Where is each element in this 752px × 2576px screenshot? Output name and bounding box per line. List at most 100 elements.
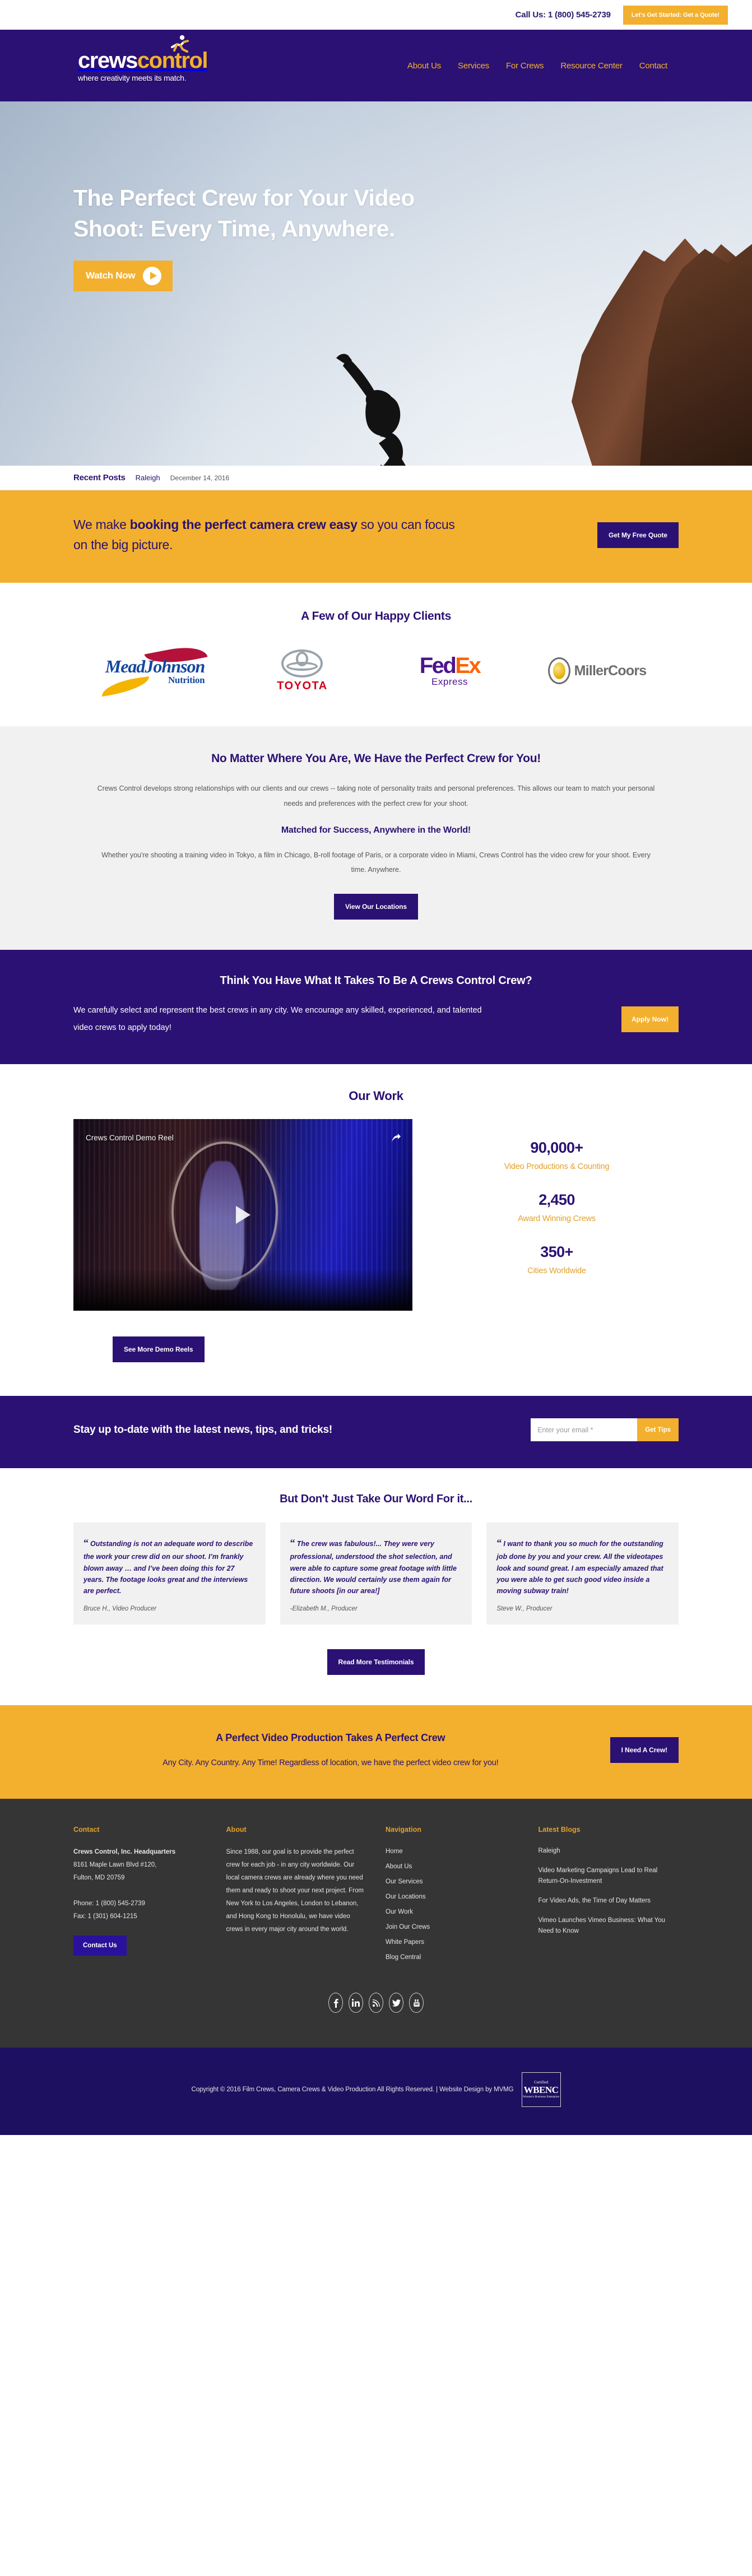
nav-item-about-us[interactable]: About Us — [407, 61, 441, 71]
youtube-icon[interactable] — [409, 1993, 424, 2013]
get-tips-button[interactable]: Get Tips — [637, 1418, 679, 1442]
toyota-wordmark: TOYOTA — [277, 679, 328, 692]
stat-number: 2,450 — [539, 1191, 575, 1209]
video-title-overlay: Crews Control Demo Reel — [86, 1134, 174, 1143]
footer-blog-link[interactable]: Video Marketing Campaigns Lead to Real R… — [539, 1865, 679, 1887]
page-root: Call Us: 1 (800) 545-2739 Let's Get Star… — [0, 0, 752, 2136]
see-more-demo-reels-button[interactable]: See More Demo Reels — [113, 1336, 205, 1363]
footer-fax: Fax: 1 (301) 604-1215 — [73, 1913, 137, 1920]
testimonial-author: -Elizabeth M., Producer — [290, 1605, 358, 1613]
footer-blog-link[interactable]: For Video Ads, the Time of Day Matters — [539, 1896, 679, 1906]
perfect-crew-subheading: Matched for Success, Anywhere in the Wor… — [281, 825, 471, 835]
clients-section: A Few of Our Happy Clients MeadJohnson N… — [0, 583, 752, 727]
testimonial-author: Bruce H., Video Producer — [83, 1605, 157, 1613]
footer-navigation-heading: Navigation — [386, 1826, 421, 1834]
footer-nav-home[interactable]: Home — [386, 1848, 403, 1855]
testimonial-card: “Outstanding is not an adequate word to … — [73, 1523, 266, 1625]
perfect-crew-section: No Matter Where You Are, We Have the Per… — [0, 726, 752, 950]
fedex-sub-express: Express — [431, 676, 468, 688]
footer-nav-about-us[interactable]: About Us — [386, 1863, 412, 1870]
logo-tagline: where creativity meets its match. — [78, 73, 187, 82]
footer-nav-blog-central[interactable]: Blog Central — [386, 1954, 421, 1961]
stat-label: Cities Worldwide — [527, 1266, 586, 1276]
linkedin-icon[interactable] — [349, 1993, 363, 2013]
testimonial-card: “I want to thank you so much for the out… — [486, 1523, 679, 1625]
view-our-locations-button[interactable]: View Our Locations — [333, 894, 418, 920]
client-logo-toyota: TOYOTA — [229, 647, 376, 695]
footer-blogs-column: Latest Blogs Raleigh Video Marketing Cam… — [539, 1826, 679, 1967]
share-icon[interactable] — [390, 1132, 401, 1144]
watch-now-button[interactable]: Watch Now — [73, 260, 173, 291]
nav-item-resource-center[interactable]: Resource Center — [560, 61, 623, 71]
fedex-word-ex: Ex — [455, 653, 481, 679]
site-logo[interactable]: crewscontrol where creativity meets its … — [73, 35, 208, 82]
video-audience-silhouette — [73, 1270, 412, 1311]
stat-label: Award Winning Crews — [518, 1214, 596, 1224]
clients-heading: A Few of Our Happy Clients — [301, 610, 451, 623]
call-us-phone[interactable]: Call Us: 1 (800) 545-2739 — [516, 10, 611, 20]
footer-address-line2: Fulton, MD 20759 — [73, 1874, 125, 1882]
testimonial-quote: Outstanding is not an adequate word to d… — [83, 1540, 253, 1595]
mead-johnson-sub: Nutrition — [168, 674, 205, 685]
demo-reel-video-player[interactable]: Crews Control Demo Reel — [73, 1119, 412, 1311]
facebook-icon[interactable] — [328, 1993, 343, 2013]
footer-nav-white-papers[interactable]: White Papers — [386, 1939, 424, 1946]
get-my-free-quote-button[interactable]: Get My Free Quote — [597, 522, 679, 548]
join-crew-paragraph: We carefully select and represent the be… — [73, 1006, 482, 1032]
our-work-heading: Our Work — [349, 1089, 403, 1103]
footer-blog-link[interactable]: Vimeo Launches Vimeo Business: What You … — [539, 1915, 679, 1937]
need-a-crew-heading: A Perfect Video Production Takes A Perfe… — [216, 1732, 445, 1744]
recent-posts-bar: Recent Posts Raleigh December 14, 2016 — [0, 466, 752, 490]
need-a-crew-cta-section: A Perfect Video Production Takes A Perfe… — [0, 1705, 752, 1799]
rss-icon[interactable] — [369, 1993, 383, 2013]
recent-post-link[interactable]: Raleigh — [136, 474, 160, 482]
get-a-quote-button[interactable]: Let's Get Started: Get a Quote! — [623, 5, 728, 25]
footer-nav-our-services[interactable]: Our Services — [386, 1878, 423, 1885]
recent-posts-label: Recent Posts — [73, 473, 126, 482]
hero-banner: The Perfect Crew for Your Video Shoot: E… — [0, 101, 752, 466]
testimonials-heading: But Don't Just Take Our Word For it... — [280, 1493, 472, 1506]
twitter-icon[interactable] — [389, 1993, 403, 2013]
nav-item-for-crews[interactable]: For Crews — [506, 61, 544, 71]
client-logo-mead-johnson: MeadJohnson Nutrition — [81, 642, 229, 697]
quote-mark-icon: “ — [290, 1537, 295, 1549]
i-need-a-crew-button[interactable]: I Need A Crew! — [610, 1737, 679, 1763]
newsletter-heading: Stay up to-date with the latest news, ti… — [73, 1423, 332, 1436]
booking-cta-section: We make booking the perfect camera crew … — [0, 490, 752, 583]
perfect-crew-heading: No Matter Where You Are, We Have the Per… — [211, 752, 541, 765]
primary-nav: About Us Services For Crews Resource Cen… — [407, 61, 679, 71]
stat-label: Video Productions & Counting — [504, 1162, 610, 1172]
nav-item-services[interactable]: Services — [458, 61, 489, 71]
read-more-testimonials-button[interactable]: Read More Testimonials — [327, 1649, 425, 1675]
wbenc-certification-badge: Certified WBENC Women's Business Enterpr… — [521, 2072, 561, 2108]
nav-item-contact[interactable]: Contact — [639, 61, 667, 71]
footer-nav-our-work[interactable]: Our Work — [386, 1909, 413, 1915]
our-work-stats: 90,000+ Video Productions & Counting 2,4… — [435, 1119, 679, 1296]
footer-nav-our-locations[interactable]: Our Locations — [386, 1893, 426, 1900]
hero-headline-line1: The Perfect Crew for Your Video — [73, 185, 415, 211]
footer-contact-column: Contact Crews Control, Inc. Headquarters… — [73, 1826, 207, 1967]
runner-icon — [169, 35, 191, 54]
footer-navigation-column: Navigation Home About Us Our Services Ou… — [386, 1826, 519, 1967]
client-logo-row: MeadJohnson Nutrition TOYOTA FedEx Expre… — [73, 642, 679, 697]
copyright-bar: Copyright © 2016 Film Crews, Camera Crew… — [0, 2048, 752, 2136]
stat-award-winning-crews: 2,450 Award Winning Crews — [435, 1191, 679, 1223]
footer-blog-link[interactable]: Raleigh — [539, 1846, 679, 1856]
quote-mark-icon: “ — [496, 1537, 502, 1549]
client-logo-millercoors: MillerCoors — [523, 647, 671, 695]
social-links — [0, 1967, 752, 2048]
video-play-icon[interactable] — [235, 1206, 250, 1224]
perfect-crew-paragraph-1: Crews Control develops strong relationsh… — [97, 785, 655, 807]
newsletter-email-input[interactable] — [531, 1418, 638, 1442]
booking-cta-text: We make booking the perfect camera crew … — [73, 515, 471, 555]
join-crew-heading: Think You Have What It Takes To Be A Cre… — [220, 974, 532, 987]
footer-nav-join-our-crews[interactable]: Join Our Crews — [386, 1924, 430, 1930]
footer-company-name: Crews Control, Inc. Headquarters — [73, 1849, 176, 1856]
wbenc-line2: WBENC — [523, 2084, 559, 2095]
hero-headline-line2: Shoot: Every Time, Anywhere. — [73, 216, 395, 242]
footer-contact-us-button[interactable]: Contact Us — [73, 1936, 127, 1956]
perfect-crew-paragraph-2: Whether you're shooting a training video… — [101, 851, 651, 874]
join-crew-section: Think You Have What It Takes To Be A Cre… — [0, 950, 752, 1065]
apply-now-button[interactable]: Apply Now! — [621, 1006, 679, 1032]
testimonial-quote: I want to thank you so much for the outs… — [496, 1540, 663, 1595]
